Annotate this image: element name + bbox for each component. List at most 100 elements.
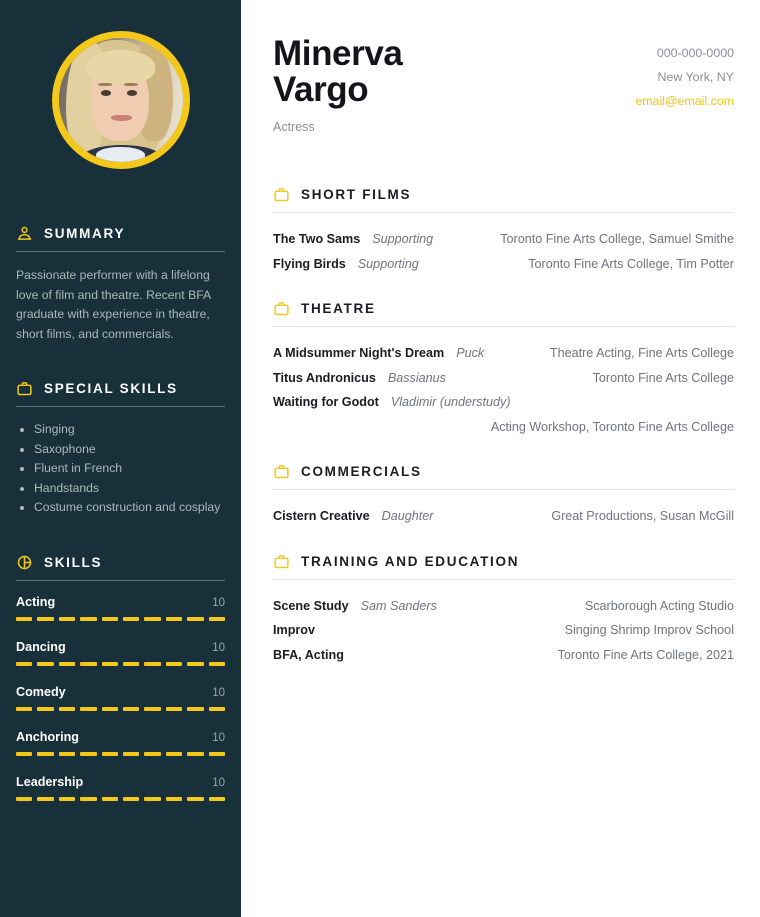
section-theatre: THEATRE A Midsummer Night's Dream Puck Thea… bbox=[273, 300, 734, 439]
skill-meter-segment bbox=[16, 661, 33, 666]
resume-page: SUMMARY Passionate performer with a life… bbox=[0, 0, 760, 917]
skill-meter-segment bbox=[16, 796, 33, 801]
sidebar-special-skills-title: SPECIAL SKILLS bbox=[44, 381, 178, 396]
sidebar-summary-title: SUMMARY bbox=[44, 226, 126, 241]
skill-meter-segment bbox=[165, 796, 183, 801]
skill-value: 10 bbox=[212, 776, 225, 789]
divider bbox=[273, 212, 734, 213]
skill-meter-segment bbox=[208, 751, 226, 756]
divider bbox=[273, 489, 734, 490]
table-row: Flying Birds Supporting Toronto Fine Arts … bbox=[273, 252, 734, 277]
sidebar-special-skills-header: SPECIAL SKILLS bbox=[16, 380, 225, 406]
sidebar-skills-title: SKILLS bbox=[44, 554, 103, 570]
skill-meter-segment bbox=[144, 796, 161, 801]
skill-meter-segment bbox=[123, 796, 140, 801]
table-row: Scene Study Sam Sanders Scarborough Acting… bbox=[273, 594, 734, 619]
skill-meter-segment bbox=[101, 751, 119, 756]
skill-value: 10 bbox=[212, 686, 225, 699]
skill-name: Anchoring bbox=[16, 729, 79, 744]
skill-meter-segment bbox=[37, 661, 54, 666]
skill-meter-segment bbox=[16, 706, 33, 711]
sidebar-skills-header: SKILLS bbox=[16, 554, 225, 580]
skill-value: 10 bbox=[212, 731, 225, 744]
last-name: Vargo bbox=[273, 70, 369, 109]
theatre-header: THEATRE bbox=[273, 300, 734, 326]
skill-meter-segment bbox=[144, 751, 161, 756]
short-films-title: SHORT FILMS bbox=[301, 187, 412, 202]
briefcase-icon bbox=[273, 186, 290, 203]
skill-bar: Comedy 10 bbox=[16, 685, 226, 711]
row-detail: Acting Workshop, Toronto Fine Arts Colle… bbox=[490, 419, 734, 434]
table-row: The Two Sams Supporting Toronto Fine Arts … bbox=[273, 227, 734, 252]
row-detail: Great Productions, Susan McGill bbox=[551, 509, 734, 523]
skill-meter-segment bbox=[144, 616, 161, 621]
divider bbox=[16, 406, 225, 407]
skill-meter bbox=[16, 796, 226, 801]
list-item: Fluent in French bbox=[34, 459, 225, 479]
first-name: Minerva bbox=[273, 34, 403, 73]
table-row: Improv Singing Shrimp Improv School bbox=[273, 618, 734, 643]
skill-meter-segment bbox=[187, 796, 204, 801]
skill-meter-segment bbox=[165, 661, 183, 666]
skill-meter-segment bbox=[37, 706, 54, 711]
row-role: Bassianus bbox=[387, 370, 446, 385]
short-films-rows: The Two Sams Supporting Toronto Fine Arts … bbox=[273, 227, 734, 276]
commercials-header: COMMERCIALS bbox=[273, 463, 734, 489]
list-item: Costume construction and cosplay bbox=[34, 498, 225, 518]
skill-meter-segment bbox=[101, 706, 119, 711]
skill-meter-segment bbox=[58, 616, 76, 621]
row-title: Titus Andronicus bbox=[273, 370, 376, 385]
training-and-education-header: TRAINING AND EDUCATION bbox=[273, 553, 734, 579]
skill-meter-segment bbox=[37, 751, 54, 756]
contact-location: New York, NY bbox=[657, 70, 734, 84]
short-films-header: SHORT FILMS bbox=[273, 186, 734, 212]
skill-meter-segment bbox=[16, 616, 33, 621]
skill-meter bbox=[16, 751, 226, 756]
portrait-photo bbox=[58, 38, 183, 162]
commercials-rows: Cistern Creative Daughter Great Production… bbox=[273, 504, 734, 529]
row-title: The Two Sams bbox=[273, 232, 361, 246]
row-detail: Toronto Fine Arts College, Tim Potter bbox=[528, 256, 734, 271]
list-item: Handstands bbox=[34, 479, 225, 499]
skill-meter-segment bbox=[80, 706, 97, 711]
briefcase-icon bbox=[273, 300, 290, 317]
commercials-title: COMMERCIALS bbox=[301, 464, 422, 479]
row-role: Sam Sanders bbox=[360, 598, 437, 613]
sidebar: SUMMARY Passionate performer with a life… bbox=[0, 0, 241, 917]
divider bbox=[16, 579, 225, 581]
row-title: BFA, Acting bbox=[273, 647, 344, 662]
skill-meter-segment bbox=[208, 616, 226, 621]
row-role: Daughter bbox=[381, 509, 434, 523]
table-row: Cistern Creative Daughter Great Production… bbox=[273, 504, 734, 529]
skill-meter-segment bbox=[208, 796, 226, 801]
skill-meter-segment bbox=[187, 616, 204, 621]
skill-meter-segment bbox=[101, 796, 119, 801]
skill-bar: Acting 10 bbox=[16, 594, 226, 621]
training-and-education-rows: Scene Study Sam Sanders Scarborough Acting… bbox=[273, 594, 734, 668]
skill-meter-segment bbox=[187, 751, 204, 756]
skill-name: Acting bbox=[16, 594, 56, 609]
contact-email[interactable]: email@email.com bbox=[635, 89, 734, 113]
skill-meter-segment bbox=[58, 796, 76, 801]
skill-meter-segment bbox=[101, 661, 119, 666]
skill-meter-segment bbox=[187, 706, 204, 711]
skill-meter-segment bbox=[58, 661, 76, 666]
row-title: Scene Study bbox=[273, 598, 349, 613]
skill-value: 10 bbox=[212, 596, 225, 609]
briefcase-icon bbox=[16, 380, 33, 397]
row-role: Puck bbox=[456, 346, 485, 360]
theatre-title: THEATRE bbox=[301, 301, 376, 316]
skill-meter-segment bbox=[58, 751, 76, 756]
skill-meter-segment bbox=[58, 706, 76, 711]
skill-meter-segment bbox=[208, 706, 226, 711]
pie-chart-icon bbox=[16, 554, 33, 571]
skill-meter-segment bbox=[37, 796, 54, 801]
skill-meter-segment bbox=[123, 706, 140, 711]
table-row: Waiting for Godot Vladimir (understudy) Ac… bbox=[273, 390, 734, 439]
skill-meter-segment bbox=[144, 661, 161, 666]
list-item: Singing bbox=[34, 420, 225, 440]
table-row: A Midsummer Night's Dream Puck Theatre Act… bbox=[273, 341, 734, 366]
skill-meter bbox=[16, 661, 226, 666]
theatre-rows: A Midsummer Night's Dream Puck Theatre Act… bbox=[273, 341, 734, 439]
row-detail: Theatre Acting, Fine Arts College bbox=[549, 346, 734, 360]
